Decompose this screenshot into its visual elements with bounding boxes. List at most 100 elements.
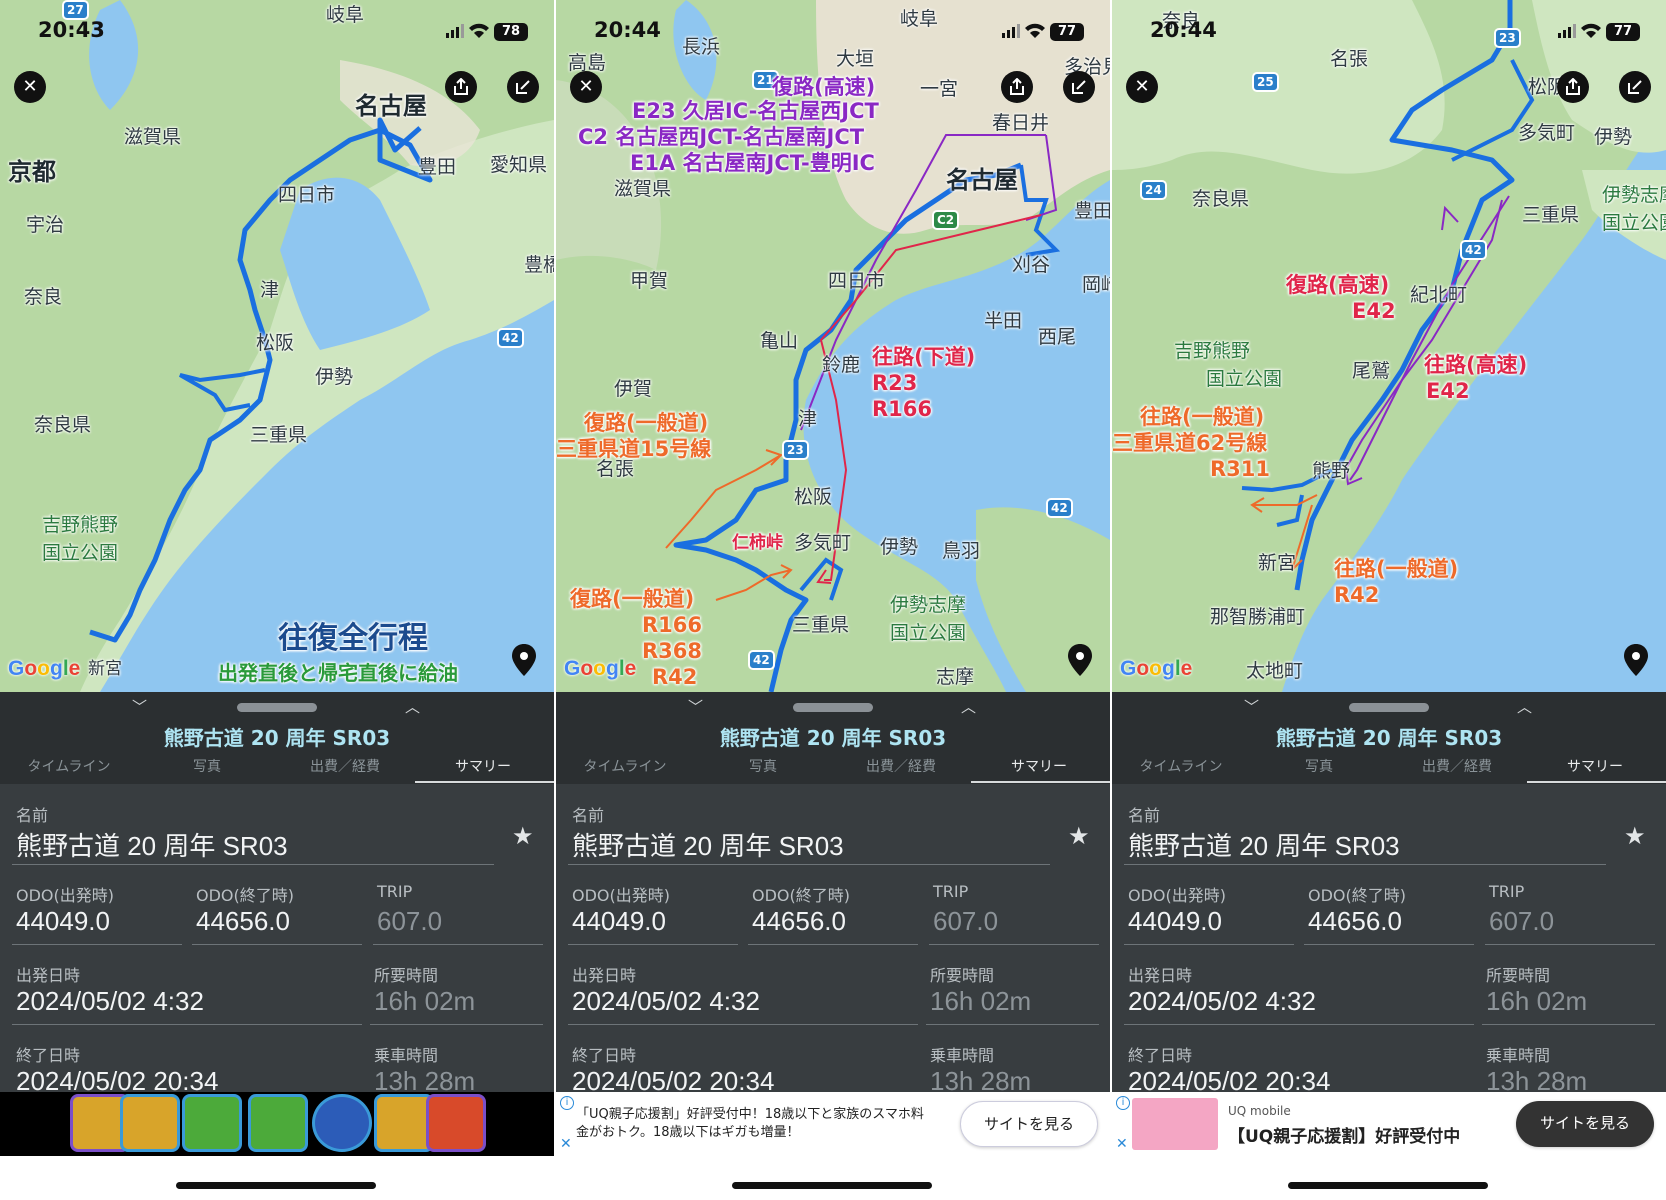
odo-end-field[interactable]: 44656.0: [196, 906, 290, 937]
place-label: 津: [798, 408, 818, 430]
close-button[interactable]: ✕: [570, 71, 602, 103]
odo-end-field[interactable]: 44656.0: [752, 906, 846, 937]
tab-timeline[interactable]: タイムライン: [1112, 756, 1250, 776]
sheet-grabber[interactable]: [237, 703, 317, 712]
chevron-up-icon[interactable]: ︿: [961, 696, 976, 717]
place-label: 奈良県: [1192, 188, 1250, 210]
annotation-outbound-general-seg: 三重県道62号線: [1112, 431, 1268, 455]
axes-badge-icon: [312, 1094, 372, 1152]
annotation-return-highway: 復路(高速): [772, 75, 876, 99]
chevron-up-icon[interactable]: ︿: [405, 696, 420, 717]
name-field[interactable]: 熊野古道 20 周年 SR03: [16, 826, 288, 863]
close-button[interactable]: ✕: [1126, 71, 1158, 103]
tab-summary[interactable]: サマリー: [970, 756, 1108, 776]
home-indicator[interactable]: [176, 1182, 376, 1189]
ad-banner-uq-text[interactable]: i ✕ 「UQ親子応援割」好評受付中！18歳以下と家族のスマホ料金がおトク。18…: [556, 1092, 1110, 1156]
trip-label: TRIP: [1489, 882, 1525, 901]
ad-close-icon[interactable]: ✕: [560, 1136, 572, 1152]
status-bar: 20:44 77: [556, 14, 1110, 50]
ride-value: 13h 28m: [930, 1066, 1032, 1092]
star-icon[interactable]: ★: [512, 822, 534, 850]
sheet-grabber[interactable]: [1349, 703, 1429, 712]
tab-timeline[interactable]: タイムライン: [0, 756, 138, 776]
tab-photos[interactable]: 写真: [138, 756, 276, 776]
share-button[interactable]: [1001, 71, 1033, 103]
location-pin-icon[interactable]: [1624, 644, 1648, 676]
annotation-return-highway-seg: E42: [1352, 299, 1396, 323]
duration-value: 16h 02m: [930, 986, 1032, 1016]
sheet-title: 熊野古道 20 周年 SR03: [1275, 726, 1503, 750]
map-annotation-title: 往復全行程: [278, 621, 428, 656]
end-label: 終了日時: [16, 1046, 81, 1065]
tab-photos[interactable]: 写真: [694, 756, 832, 776]
tab-timeline[interactable]: タイムライン: [556, 756, 694, 776]
ad-close-icon[interactable]: ✕: [1116, 1136, 1128, 1152]
tab-summary[interactable]: サマリー: [1526, 756, 1664, 776]
name-field[interactable]: 熊野古道 20 周年 SR03: [572, 826, 844, 863]
divider: [12, 1024, 362, 1025]
place-label: 豊橋: [524, 254, 554, 276]
edit-button[interactable]: [507, 71, 539, 103]
place-label: 豊田: [418, 156, 457, 178]
annotation-outbound-general-seg: R311: [1210, 457, 1271, 481]
sheet-grabber[interactable]: [793, 703, 873, 712]
end-field[interactable]: 2024/05/02 20:34: [16, 1066, 218, 1092]
depart-field[interactable]: 2024/05/02 4:32: [1128, 986, 1316, 1017]
tab-expenses[interactable]: 出費／経費: [1388, 756, 1526, 776]
home-indicator[interactable]: [732, 1182, 932, 1189]
ad-visit-button[interactable]: サイトを見る: [1516, 1101, 1654, 1147]
tab-expenses[interactable]: 出費／経費: [832, 756, 970, 776]
star-icon[interactable]: ★: [1068, 822, 1090, 850]
chevron-down-icon[interactable]: ﹀: [1244, 696, 1259, 717]
status-bar: 20:43 78: [0, 14, 554, 50]
map-view[interactable]: 高島 長浜 岐阜 大垣 一宮 多治見 春日井 滋賀県 名古屋 豊田 刈谷 甲賀 …: [556, 0, 1110, 692]
trip-value: 607.0: [377, 906, 443, 936]
edit-button[interactable]: [1619, 71, 1651, 103]
map-view[interactable]: 岐阜 名古屋 滋賀県 京都 豊田 愛知県 四日市 宇治 奈良 津 豊橋 松阪 伊…: [0, 0, 554, 692]
close-button[interactable]: ✕: [14, 71, 46, 103]
route-shield: C2: [932, 210, 960, 230]
annotation-outbound-road-seg: R166: [872, 397, 933, 421]
location-pin-icon[interactable]: [1068, 644, 1092, 676]
share-button[interactable]: [445, 71, 477, 103]
tab-summary[interactable]: サマリー: [414, 756, 552, 776]
ad-info-icon[interactable]: i: [1116, 1096, 1130, 1110]
edit-button[interactable]: [1063, 71, 1095, 103]
ad-info-icon[interactable]: i: [560, 1096, 574, 1110]
star-icon[interactable]: ★: [1624, 822, 1646, 850]
ride-value: 13h 28m: [1486, 1066, 1588, 1092]
odo-start-label: ODO(出発時): [572, 886, 670, 905]
ad-banner-game[interactable]: [0, 1092, 554, 1156]
ad-visit-button[interactable]: サイトを見る: [960, 1101, 1098, 1147]
end-field[interactable]: 2024/05/02 20:34: [1128, 1066, 1330, 1092]
name-field[interactable]: 熊野古道 20 周年 SR03: [1128, 826, 1400, 863]
ad-banner-uq-image[interactable]: i ✕ UQ mobile 【UQ親子応援割】好評受付中 サイトを見る: [1112, 1092, 1666, 1156]
annotation-return-highway-seg: E23 久居IC-名古屋西JCT: [632, 99, 879, 123]
place-label: 吉野熊野: [42, 514, 119, 536]
depart-field[interactable]: 2024/05/02 4:32: [16, 986, 204, 1017]
odo-end-field[interactable]: 44656.0: [1308, 906, 1402, 937]
share-button[interactable]: [1557, 71, 1589, 103]
divider: [568, 1024, 918, 1025]
chevron-up-icon[interactable]: ︿: [1517, 696, 1532, 717]
place-label: 鈴鹿: [822, 354, 861, 376]
tab-photos[interactable]: 写真: [1250, 756, 1388, 776]
place-label: 吉野熊野: [1174, 340, 1251, 362]
map-view[interactable]: 奈良 名張 松阪 多気町 伊勢 奈良県 三重県 伊勢志摩 国立公園 紀北町 吉野…: [1112, 0, 1666, 692]
chevron-down-icon[interactable]: ﹀: [688, 696, 703, 717]
tab-expenses[interactable]: 出費／経費: [276, 756, 414, 776]
odo-start-field[interactable]: 44049.0: [572, 906, 666, 937]
location-pin-icon[interactable]: [512, 644, 536, 676]
depart-field[interactable]: 2024/05/02 4:32: [572, 986, 760, 1017]
odo-start-field[interactable]: 44049.0: [1128, 906, 1222, 937]
sheet-header: ﹀ ︿ 熊野古道 20 周年 SR03 タイムライン 写真 出費／経費 サマリー: [1112, 692, 1666, 784]
place-label: 一宮: [920, 78, 959, 100]
end-field[interactable]: 2024/05/02 20:34: [572, 1066, 774, 1092]
annotation-return-highway-seg: E1A 名古屋南JCT-豊明IC: [630, 151, 875, 175]
chevron-down-icon[interactable]: ﹀: [132, 696, 147, 717]
home-indicator[interactable]: [1288, 1182, 1488, 1189]
place-label: 松阪: [256, 332, 295, 354]
route-shield: 42: [1460, 240, 1487, 260]
trip-label: TRIP: [933, 882, 969, 901]
odo-start-field[interactable]: 44049.0: [16, 906, 110, 937]
